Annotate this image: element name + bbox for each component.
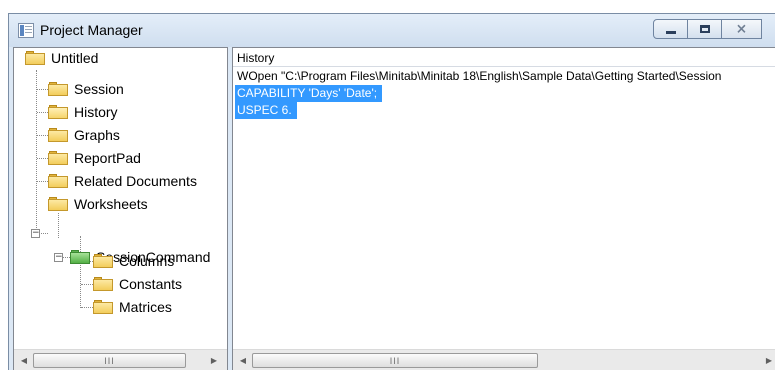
tree-item-label: Graphs (74, 127, 120, 143)
tree-item-label: History (74, 104, 118, 120)
tree-connector (81, 307, 93, 308)
tree-item-constants[interactable]: Constants (93, 274, 182, 294)
folder-open-icon (48, 105, 68, 119)
tree-connector (37, 89, 48, 90)
tree-item-label: Untitled (51, 50, 99, 66)
history-horizontal-scrollbar[interactable]: ◀ III ▶ (233, 349, 775, 370)
tree-item-related-documents[interactable]: Related Documents (48, 171, 197, 191)
project-manager-icon (18, 23, 34, 38)
tree-connector (36, 70, 37, 238)
history-header: History (233, 48, 775, 67)
history-list[interactable]: WOpen "C:\Program Files\Minitab\Minitab … (233, 67, 775, 350)
tree-item-worksheets[interactable]: Worksheets (48, 194, 148, 214)
scroll-thumb[interactable]: III (252, 353, 538, 368)
project-manager-window: Project Manager ⨯ Untitled Session Histo… (8, 13, 775, 370)
tree-item-label: Constants (119, 276, 183, 292)
history-pane: History WOpen "C:\Program Files\Minitab\… (232, 47, 775, 370)
tree-connector (81, 284, 93, 285)
tree-connector (37, 181, 48, 182)
history-line[interactable]: WOpen "C:\Program Files\Minitab\Minitab … (237, 68, 721, 85)
maximize-icon (699, 25, 710, 33)
history-header-label: History (237, 51, 275, 65)
tree-item-session[interactable]: Session (48, 79, 124, 99)
tree-item-reportpad[interactable]: ReportPad (48, 148, 141, 168)
tree-connector (37, 135, 48, 136)
tree-item-label: Worksheets (74, 196, 148, 212)
folder-icon (48, 197, 68, 211)
tree-item-label: ReportPad (74, 150, 141, 166)
title-bar[interactable]: Project Manager ⨯ (9, 14, 775, 47)
collapse-sessioncommand-toggle[interactable]: − (54, 253, 63, 262)
project-tree[interactable]: Untitled Session History Graphs ReportPa… (14, 48, 227, 350)
caption-buttons: ⨯ (653, 19, 762, 39)
tree-item-label: Related Documents (74, 173, 197, 189)
folder-icon (48, 128, 68, 142)
minimize-icon (665, 30, 676, 34)
tree-horizontal-scrollbar[interactable]: ◀ III ▶ (14, 349, 227, 370)
tree-item-label: Columns (119, 253, 175, 269)
folder-icon (93, 277, 113, 291)
tree-item-columns[interactable]: Columns (93, 251, 174, 271)
tree-item-graphs[interactable]: Graphs (48, 125, 120, 145)
folder-icon (48, 174, 68, 188)
scroll-right-icon[interactable]: ▶ (207, 353, 221, 367)
window-title: Project Manager (40, 22, 143, 38)
project-tree-pane: Untitled Session History Graphs ReportPa… (13, 47, 228, 370)
folder-icon (48, 82, 68, 96)
tree-connector (37, 112, 48, 113)
tree-item-label: Session (74, 81, 124, 97)
tree-connector (37, 158, 48, 159)
maximize-button[interactable] (688, 19, 722, 39)
folder-icon (25, 51, 45, 65)
collapse-worksheets-toggle[interactable]: − (31, 229, 40, 238)
scroll-left-icon[interactable]: ◀ (236, 353, 250, 367)
tree-item-matrices[interactable]: Matrices (93, 297, 172, 317)
tree-item-label: Matrices (119, 299, 172, 315)
history-line-selected[interactable]: CAPABILITY 'Days' 'Date'; (235, 85, 383, 102)
folder-icon (48, 151, 68, 165)
scroll-left-icon[interactable]: ◀ (17, 353, 31, 367)
window-client-area: Untitled Session History Graphs ReportPa… (13, 47, 775, 370)
minimize-button[interactable] (653, 19, 688, 39)
tree-item-untitled[interactable]: Untitled (25, 48, 98, 68)
scroll-right-icon[interactable]: ▶ (762, 353, 775, 367)
tree-connector (58, 213, 59, 238)
tree-item-history[interactable]: History (48, 102, 118, 122)
worksheet-folder-icon (70, 250, 90, 264)
scroll-thumb[interactable]: III (33, 353, 186, 368)
history-line-selected[interactable]: USPEC 6. (235, 102, 297, 119)
folder-icon (93, 300, 113, 314)
close-icon: ⨯ (736, 21, 747, 36)
close-button[interactable]: ⨯ (722, 19, 762, 39)
folder-icon (93, 254, 113, 268)
